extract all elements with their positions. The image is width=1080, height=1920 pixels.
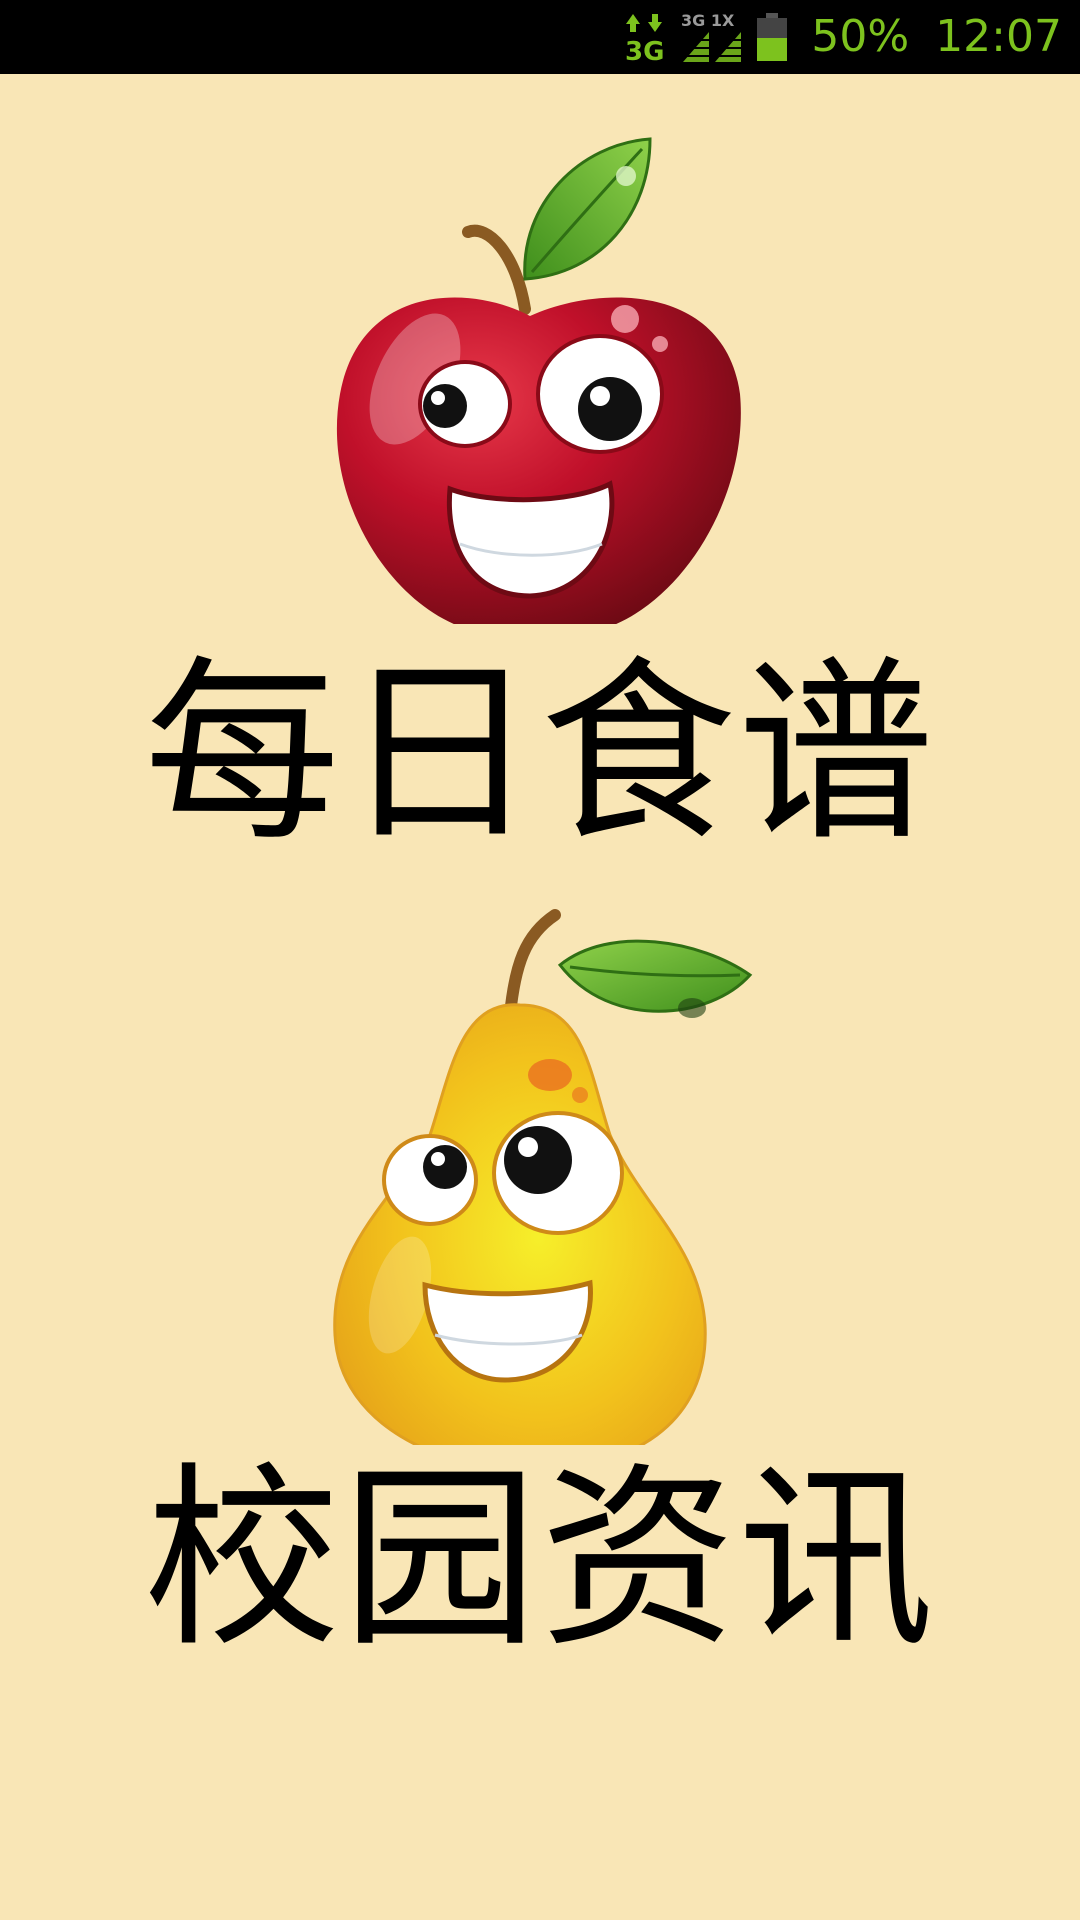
- menu-label-daily-recipes: 每日食谱: [143, 640, 936, 868]
- apple-icon: [336, 137, 741, 624]
- battery-percent: 50%: [811, 11, 910, 62]
- battery-icon: [757, 13, 788, 61]
- signal-type-label: 3G 1X: [681, 11, 735, 30]
- menu-item-campus-news[interactable]: 校园资讯: [0, 900, 1080, 1700]
- pear-icon: [333, 909, 753, 1445]
- clock: 12:07: [935, 11, 1062, 62]
- signal-icon: 3G 1X: [681, 11, 742, 62]
- network-type-label: 3G: [625, 37, 664, 62]
- menu-label-campus-news: 校园资讯: [143, 1446, 936, 1674]
- status-bar: 3G 3G 1X 50% 12:07: [0, 0, 1080, 74]
- mobile-data-icon: 3G: [625, 14, 665, 62]
- menu-item-daily-recipes[interactable]: 每日食谱: [0, 74, 1080, 884]
